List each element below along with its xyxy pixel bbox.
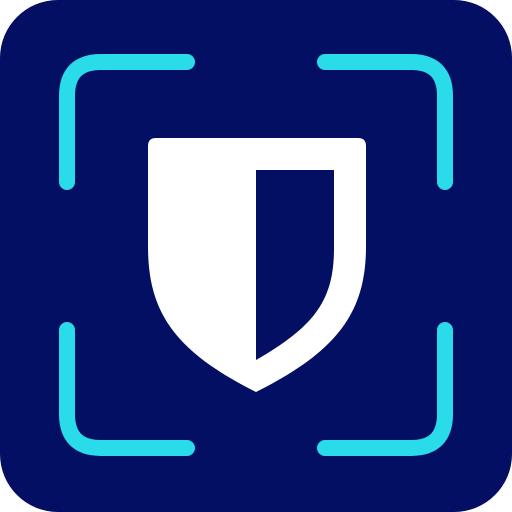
app-icon-canvas — [0, 0, 512, 512]
app-icon[interactable] — [0, 0, 512, 512]
